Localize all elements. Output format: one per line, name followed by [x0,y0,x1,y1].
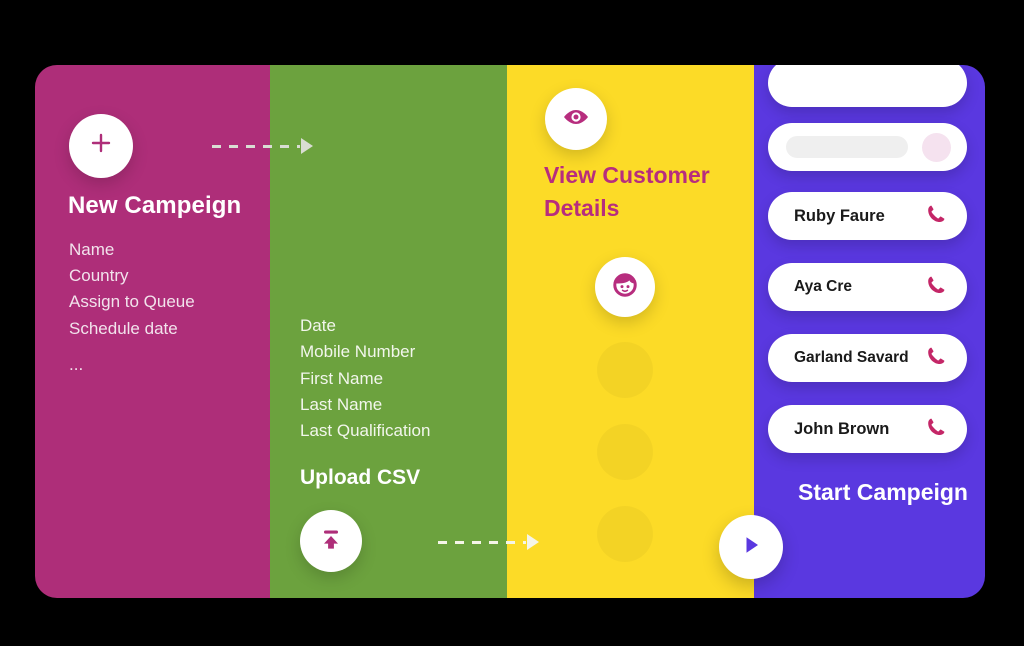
csv-field: Mobile Number [300,342,416,362]
dashed-line [438,540,526,544]
phone-icon[interactable] [925,416,947,443]
placeholder-dot [597,342,653,398]
contact-list-panel: Ruby Faure Aya Cre Garland Savard John B… [754,65,985,598]
csv-field-list: Date Mobile Number First Name Last Name … [300,313,430,444]
connector-csv-to-customer [438,534,539,550]
customer-avatar-button[interactable] [595,257,655,317]
arrow-head-icon [527,534,539,550]
upload-csv-button[interactable] [300,510,362,572]
list-item[interactable] [768,65,967,107]
campaign-field: Country [69,266,129,286]
campaign-field-list: Name Country Assign to Queue Schedule da… [69,237,195,378]
view-details-button[interactable] [545,88,607,150]
list-item-skeleton[interactable] [768,123,967,171]
phone-icon[interactable] [925,203,947,230]
list-item[interactable]: Garland Savard [768,334,967,382]
contact-name: Ruby Faure [794,206,885,225]
upload-icon [317,525,345,558]
campaign-field: Name [69,240,115,259]
placeholder-dot [597,506,653,562]
phone-icon[interactable] [925,274,947,301]
skeleton-avatar [922,132,951,162]
csv-field: Last Qualification [300,421,431,441]
phone-icon[interactable] [925,345,947,372]
arrow-head-icon [301,138,313,154]
campaign-field-more: ... [69,354,84,374]
person-icon [611,271,639,304]
eye-icon [561,102,591,137]
dashed-line [212,144,300,148]
skeleton-bar [786,136,908,158]
play-icon [738,532,764,563]
plus-icon [90,130,112,160]
list-item[interactable]: Aya Cre [768,263,967,311]
contact-name: Garland Savard [794,349,909,366]
csv-field: First Name [300,368,384,388]
workflow-frame: New Campeign Name Country Assign to Queu… [35,65,985,598]
placeholder-dot [597,424,653,480]
campaign-field: Assign to Queue [69,292,195,312]
start-campaign-button[interactable] [719,515,783,579]
start-campaign-title: Start Campeign [798,479,968,505]
new-campaign-title: New Campeign [68,192,242,219]
list-item[interactable]: Ruby Faure [768,192,967,240]
list-item[interactable]: John Brown [768,405,967,453]
csv-field: Date [300,316,336,335]
add-campaign-button[interactable] [69,114,133,178]
contact-name: John Brown [794,419,890,438]
campaign-field: Schedule date [69,318,178,338]
connector-campaign-to-csv [212,138,313,154]
csv-field: Last Name [300,394,383,414]
view-customer-details-title: View Customer Details [544,162,710,221]
contact-name: Aya Cre [794,278,853,295]
screenshot-canvas: New Campeign Name Country Assign to Queu… [0,0,1024,646]
customer-details-panel: View Customer Details [507,65,754,598]
upload-csv-title: Upload CSV [300,466,421,489]
